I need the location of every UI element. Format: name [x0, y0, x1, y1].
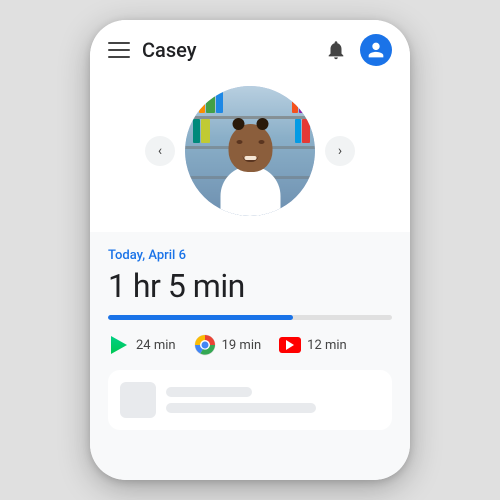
chrome-time: 19 min — [222, 338, 262, 353]
app-usage-row: 24 min — [108, 334, 392, 356]
play-store-icon — [108, 334, 130, 356]
youtube-icon — [279, 334, 301, 356]
account-svg — [365, 39, 387, 61]
avatar — [185, 86, 315, 216]
placeholder-text-medium — [166, 403, 316, 413]
account-icon[interactable] — [360, 34, 392, 66]
bell-svg — [325, 39, 347, 61]
youtube-time: 12 min — [307, 338, 347, 353]
child-body — [220, 166, 280, 216]
top-bar: Casey — [90, 20, 410, 76]
phone-frame: Casey ‹ — [90, 20, 410, 480]
date-label: Today, April 6 — [108, 248, 392, 263]
app-usage-youtube: 12 min — [279, 334, 347, 356]
bottom-card — [108, 370, 392, 430]
next-avatar-button[interactable]: › — [325, 136, 355, 166]
avatar-section: ‹ — [90, 76, 410, 232]
app-usage-chrome: 19 min — [194, 334, 262, 356]
menu-icon[interactable] — [108, 42, 130, 58]
play-time: 24 min — [136, 338, 176, 353]
progress-bar-fill — [108, 315, 293, 320]
app-usage-play: 24 min — [108, 334, 176, 356]
prev-avatar-button[interactable]: ‹ — [145, 136, 175, 166]
page-title: Casey — [142, 38, 322, 62]
child-figure — [213, 124, 288, 216]
placeholder-icon — [120, 382, 156, 418]
placeholder-text-short — [166, 387, 252, 397]
avatar-portrait — [185, 86, 315, 216]
chrome-icon — [194, 334, 216, 356]
content-area: Today, April 6 1 hr 5 min — [90, 232, 410, 480]
child-head — [228, 124, 272, 172]
bell-icon[interactable] — [322, 36, 350, 64]
progress-bar — [108, 315, 392, 320]
card-row-1 — [120, 382, 380, 418]
total-screen-time: 1 hr 5 min — [108, 267, 392, 305]
